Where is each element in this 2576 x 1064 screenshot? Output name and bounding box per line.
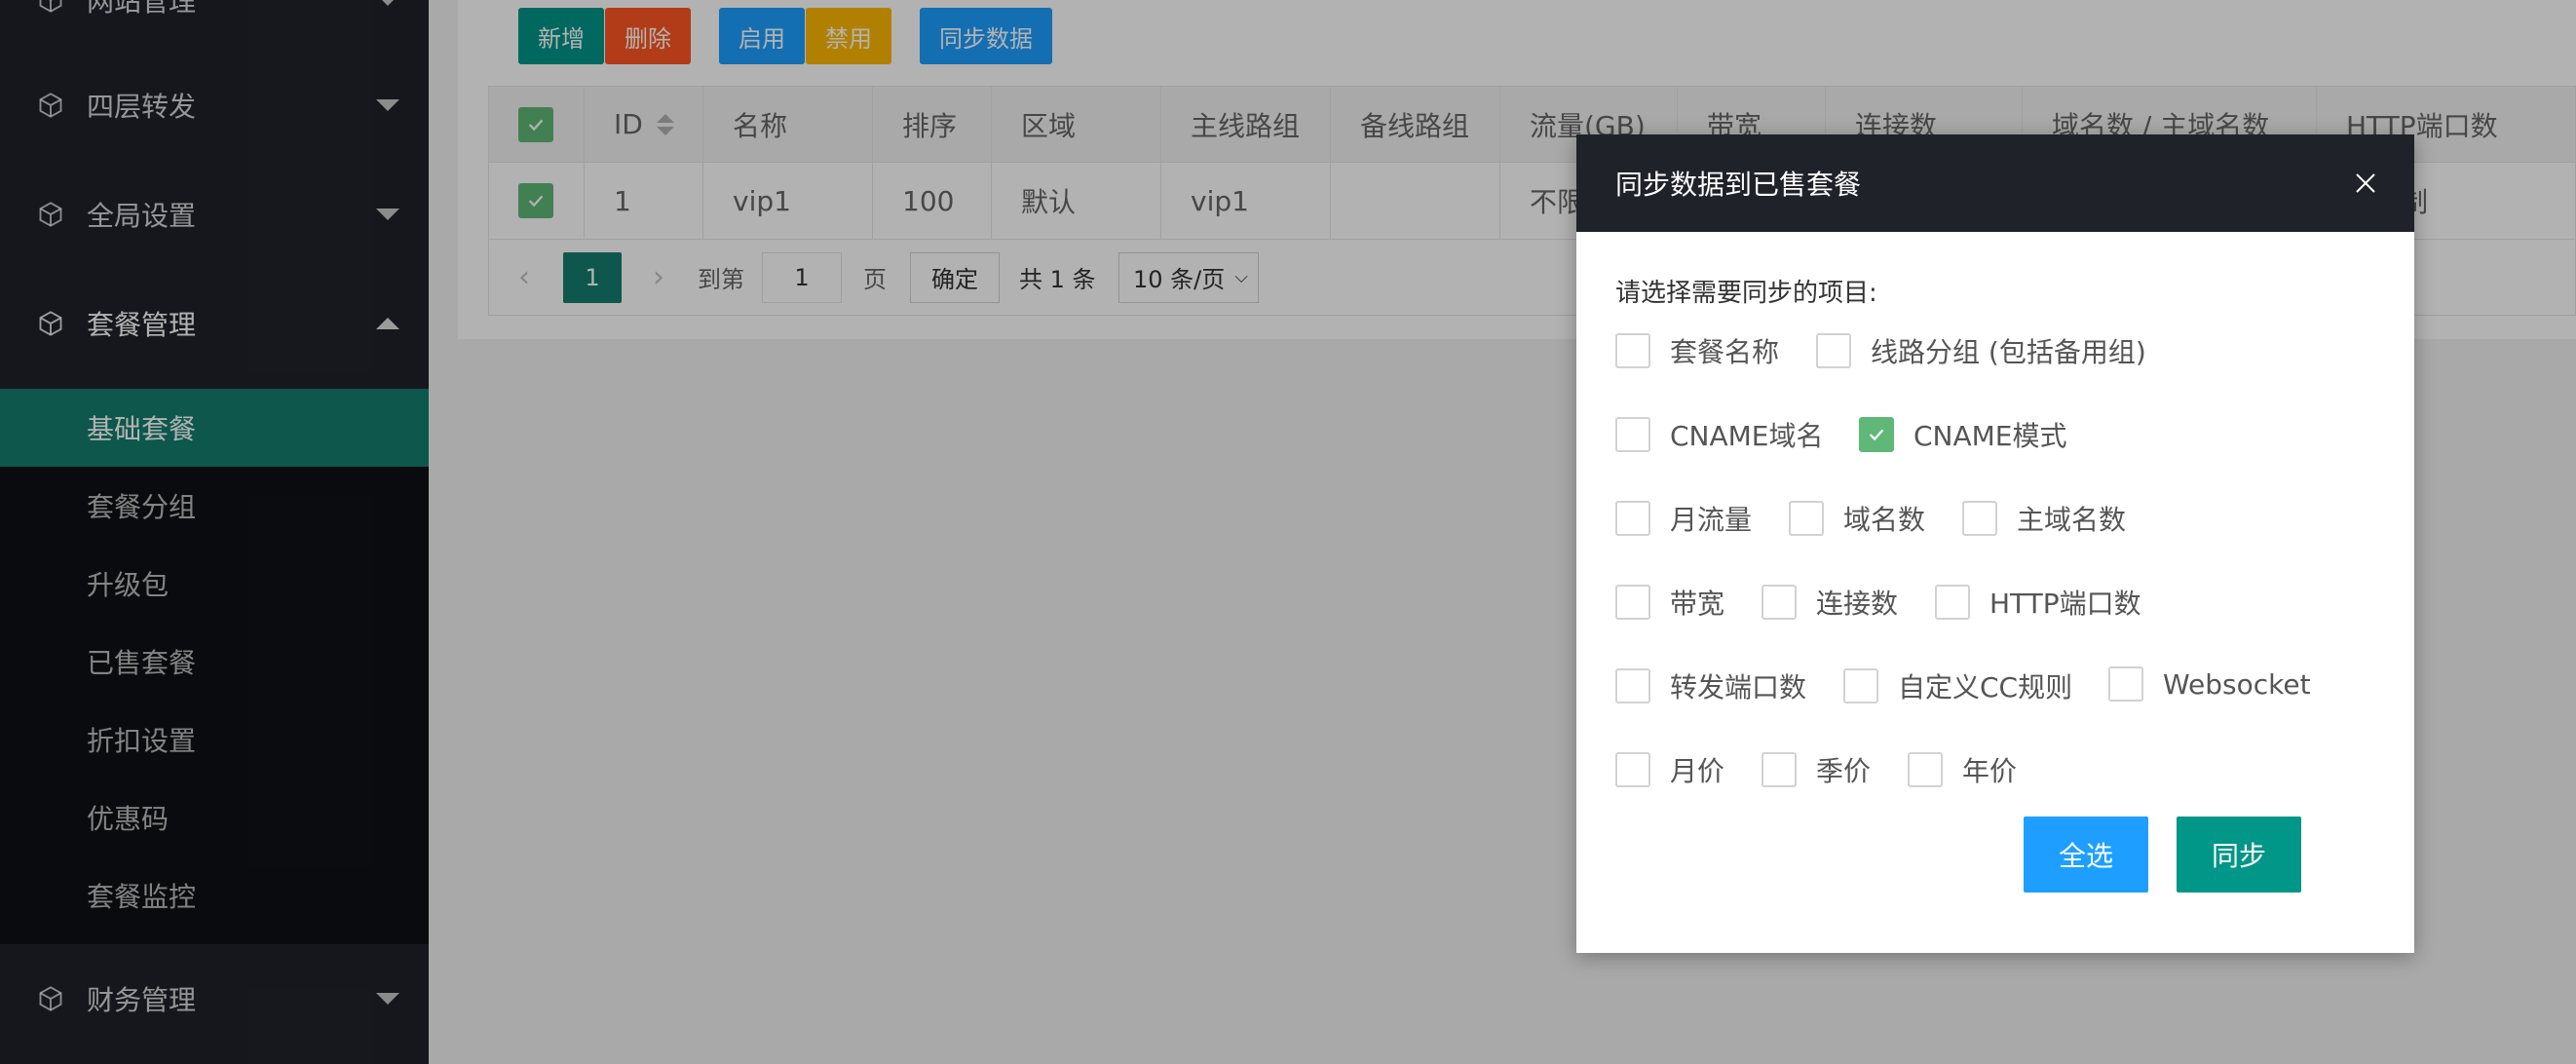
modal-header: 同步数据到已售套餐 bbox=[1576, 134, 2414, 232]
checkbox[interactable] bbox=[1762, 585, 1797, 620]
option-label: 自定义CC规则 bbox=[1898, 671, 2073, 703]
check-icon bbox=[1869, 429, 1884, 441]
modal-title: 同步数据到已售套餐 bbox=[1615, 169, 1862, 201]
checkbox[interactable] bbox=[1615, 752, 1650, 787]
option-label: 年价 bbox=[1962, 755, 2018, 787]
option-cname-domain[interactable]: CNAME域名 bbox=[1615, 415, 1824, 454]
select-all-button[interactable]: 全选 bbox=[2024, 817, 2148, 893]
checkbox[interactable] bbox=[1962, 501, 1997, 536]
checkbox[interactable] bbox=[1935, 585, 1970, 620]
checkbox[interactable] bbox=[1789, 501, 1824, 536]
option-label: 转发端口数 bbox=[1670, 671, 1807, 703]
checkbox[interactable] bbox=[1843, 668, 1878, 703]
option-label: 主域名数 bbox=[2017, 504, 2127, 536]
checkbox[interactable] bbox=[1762, 752, 1797, 787]
option-label: CNAME域名 bbox=[1670, 420, 1824, 452]
option-label: 域名数 bbox=[1843, 504, 1926, 536]
option-label: CNAME模式 bbox=[1913, 420, 2067, 452]
checkbox[interactable] bbox=[2108, 666, 2143, 702]
checkbox[interactable] bbox=[1615, 585, 1650, 620]
option-yearly-price[interactable]: 年价 bbox=[1908, 750, 2017, 789]
checkbox[interactable] bbox=[1615, 501, 1650, 536]
option-domain-count[interactable]: 域名数 bbox=[1789, 499, 1925, 538]
option-connections[interactable]: 连接数 bbox=[1762, 583, 1898, 622]
option-label: 线路分组 (包括备用组) bbox=[1871, 336, 2146, 368]
option-package-name[interactable]: 套餐名称 bbox=[1615, 331, 1779, 370]
option-main-domain-count[interactable]: 主域名数 bbox=[1962, 499, 2126, 538]
option-label: 月价 bbox=[1670, 755, 1725, 787]
checkbox[interactable] bbox=[1615, 417, 1650, 452]
option-label: 季价 bbox=[1816, 755, 1872, 787]
checkbox[interactable] bbox=[1908, 752, 1943, 787]
checkbox-checked[interactable] bbox=[1859, 417, 1894, 452]
checkbox[interactable] bbox=[1615, 668, 1650, 703]
option-websocket[interactable]: Websocket bbox=[2108, 666, 2311, 702]
checkbox[interactable] bbox=[1615, 333, 1650, 368]
checkbox[interactable] bbox=[1816, 333, 1851, 368]
option-cname-mode[interactable]: CNAME模式 bbox=[1859, 415, 2067, 454]
option-bandwidth[interactable]: 带宽 bbox=[1615, 583, 1724, 622]
option-quarterly-price[interactable]: 季价 bbox=[1762, 750, 1871, 789]
option-monthly-traffic[interactable]: 月流量 bbox=[1615, 499, 1752, 538]
option-label: 月流量 bbox=[1670, 504, 1753, 536]
option-label: Websocket bbox=[2163, 667, 2311, 701]
option-label: 套餐名称 bbox=[1670, 336, 1780, 368]
option-custom-cc-rules[interactable]: 自定义CC规则 bbox=[1843, 666, 2072, 705]
option-line-group[interactable]: 线路分组 (包括备用组) bbox=[1816, 331, 2146, 370]
option-label: 带宽 bbox=[1670, 588, 1725, 620]
option-http-ports[interactable]: HTTP端口数 bbox=[1935, 583, 2141, 622]
option-label: HTTP端口数 bbox=[1989, 588, 2141, 620]
sync-button[interactable]: 同步 bbox=[2177, 817, 2301, 893]
option-label: 连接数 bbox=[1816, 588, 1899, 620]
modal-prompt: 请选择需要同步的项目: bbox=[1615, 279, 1877, 308]
sync-modal: 同步数据到已售套餐 请选择需要同步的项目: 套餐名称 线路分组 (包括备用组) … bbox=[1576, 134, 2414, 953]
close-icon[interactable] bbox=[2346, 164, 2385, 203]
option-monthly-price[interactable]: 月价 bbox=[1615, 750, 1724, 789]
option-forward-ports[interactable]: 转发端口数 bbox=[1615, 666, 1806, 705]
